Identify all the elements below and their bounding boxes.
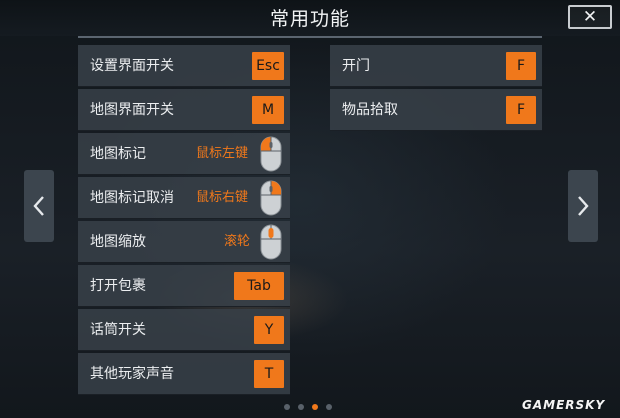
list-item: 其他玩家声音 T (78, 353, 290, 395)
mouse-binding-text: 滚轮 (224, 234, 251, 249)
list-item: 话筒开关 Y (78, 309, 290, 351)
list-item: 打开包裹 Tab (78, 265, 290, 307)
list-item: 物品拾取 F (330, 89, 542, 131)
page-dot[interactable] (326, 404, 332, 410)
function-label: 设置界面开关 (90, 58, 174, 74)
mouse-binding-text: 鼠标左键 (196, 146, 249, 161)
page-dot[interactable] (298, 404, 304, 410)
mouse-right-button-icon[interactable] (260, 180, 282, 216)
list-item: 地图标记取消 鼠标右键 (78, 177, 290, 219)
page-dot-active[interactable] (312, 404, 318, 410)
function-label: 地图缩放 (90, 234, 146, 250)
close-button[interactable]: ✕ (568, 5, 612, 29)
prev-page-button[interactable] (24, 170, 54, 242)
function-label: 打开包裹 (90, 278, 146, 294)
title-bar: 常用功能 (0, 0, 620, 36)
key-binding-button[interactable]: T (254, 360, 284, 388)
mouse-binding-text: 鼠标右键 (196, 190, 249, 205)
function-label: 其他玩家声音 (90, 366, 174, 382)
watermark: GAMERSKY (522, 398, 606, 412)
function-label: 地图界面开关 (90, 102, 174, 118)
key-binding-button[interactable]: M (252, 96, 284, 124)
key-binding-button[interactable]: Esc (252, 52, 284, 80)
mouse-left-button-icon[interactable] (260, 136, 282, 172)
key-binding-button[interactable]: Tab (234, 272, 284, 300)
key-binding-button[interactable]: Y (254, 316, 284, 344)
next-page-button[interactable] (568, 170, 598, 242)
function-label: 话筒开关 (90, 322, 146, 338)
close-icon: ✕ (582, 7, 598, 27)
function-label: 地图标记 (90, 146, 146, 162)
list-item: 地图界面开关 M (78, 89, 290, 131)
chevron-left-icon (33, 196, 44, 216)
key-binding-button[interactable]: F (506, 52, 536, 80)
list-item: 开门 F (330, 45, 542, 87)
list-item: 地图缩放 滚轮 (78, 221, 290, 263)
title-divider (78, 36, 542, 38)
list-item: 设置界面开关 Esc (78, 45, 290, 87)
page-dot[interactable] (284, 404, 290, 410)
mouse-wheel-icon[interactable] (260, 224, 282, 260)
key-binding-button[interactable]: F (506, 96, 536, 124)
list-item: 地图标记 鼠标左键 (78, 133, 290, 175)
function-label: 地图标记取消 (90, 190, 174, 206)
chevron-right-icon (578, 196, 589, 216)
page-title: 常用功能 (269, 8, 350, 30)
function-label: 开门 (342, 58, 370, 74)
function-label: 物品拾取 (342, 102, 398, 118)
